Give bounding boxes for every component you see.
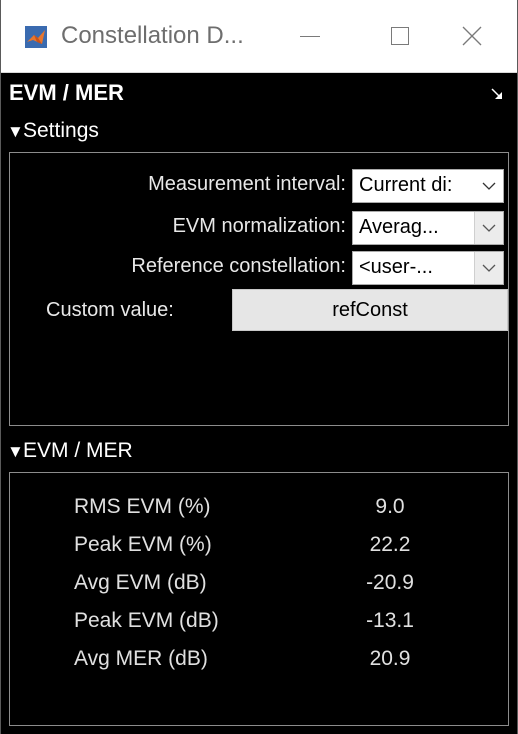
measurement-interval-value: Current di: <box>359 174 453 196</box>
settings-section-toggle[interactable]: ▼ Settings <box>1 114 517 150</box>
metric-value: -20.9 <box>366 571 414 594</box>
chevron-down-icon <box>474 212 503 244</box>
chevron-down-icon <box>474 252 503 284</box>
triangle-down-icon: ▼ <box>7 122 24 141</box>
reference-constellation-dropdown[interactable]: <user-... <box>352 251 504 285</box>
metric-name: RMS EVM (%) <box>74 495 211 518</box>
panel-title: EVM / MER <box>9 80 124 105</box>
metric-name: Avg MER (dB) <box>74 647 208 670</box>
window-title: Constellation D... <box>61 22 244 49</box>
scope-window: Constellation D... EVM / MER ▼ Settings … <box>0 0 518 734</box>
metric-value: -13.1 <box>366 609 414 632</box>
undock-arrow-icon[interactable] <box>491 88 503 100</box>
measurement-interval-label: Measurement interval: <box>148 173 346 195</box>
custom-value-field[interactable]: refConst <box>232 289 508 331</box>
custom-value-label: Custom value: <box>46 299 174 321</box>
title-bar: Constellation D... <box>1 0 517 73</box>
evm-metrics-panel: RMS EVM (%) 9.0 Peak EVM (%) 22.2 Avg EV… <box>9 472 509 726</box>
matlab-icon <box>25 26 47 48</box>
metric-value: 9.0 <box>375 495 405 518</box>
metric-name: Peak EVM (%) <box>74 533 212 556</box>
maximize-icon <box>391 27 409 45</box>
panel-header: EVM / MER <box>1 74 517 112</box>
evm-normalization-value: Averag... <box>359 216 439 238</box>
metric-value: 20.9 <box>369 647 411 670</box>
close-icon <box>462 26 482 46</box>
metric-name: Avg EVM (dB) <box>74 571 207 594</box>
evm-normalization-dropdown[interactable]: Averag... <box>352 211 504 245</box>
triangle-down-icon: ▼ <box>7 442 24 461</box>
reference-constellation-label: Reference constellation: <box>131 255 346 277</box>
evm-section-toggle[interactable]: ▼ EVM / MER <box>1 434 517 470</box>
evm-normalization-label: EVM normalization: <box>172 215 346 237</box>
evm-section-label: EVM / MER <box>23 439 133 462</box>
settings-panel: Measurement interval: Current di: EVM no… <box>9 152 509 426</box>
minimize-icon <box>300 35 320 37</box>
metric-name: Peak EVM (dB) <box>74 609 219 632</box>
close-button[interactable] <box>427 0 517 72</box>
metric-value: 22.2 <box>369 533 411 556</box>
measurement-interval-dropdown[interactable]: Current di: <box>352 169 504 203</box>
chevron-down-icon <box>475 170 503 202</box>
reference-constellation-value: <user-... <box>359 256 433 278</box>
minimize-button[interactable] <box>265 0 355 72</box>
settings-section-label: Settings <box>23 119 99 142</box>
